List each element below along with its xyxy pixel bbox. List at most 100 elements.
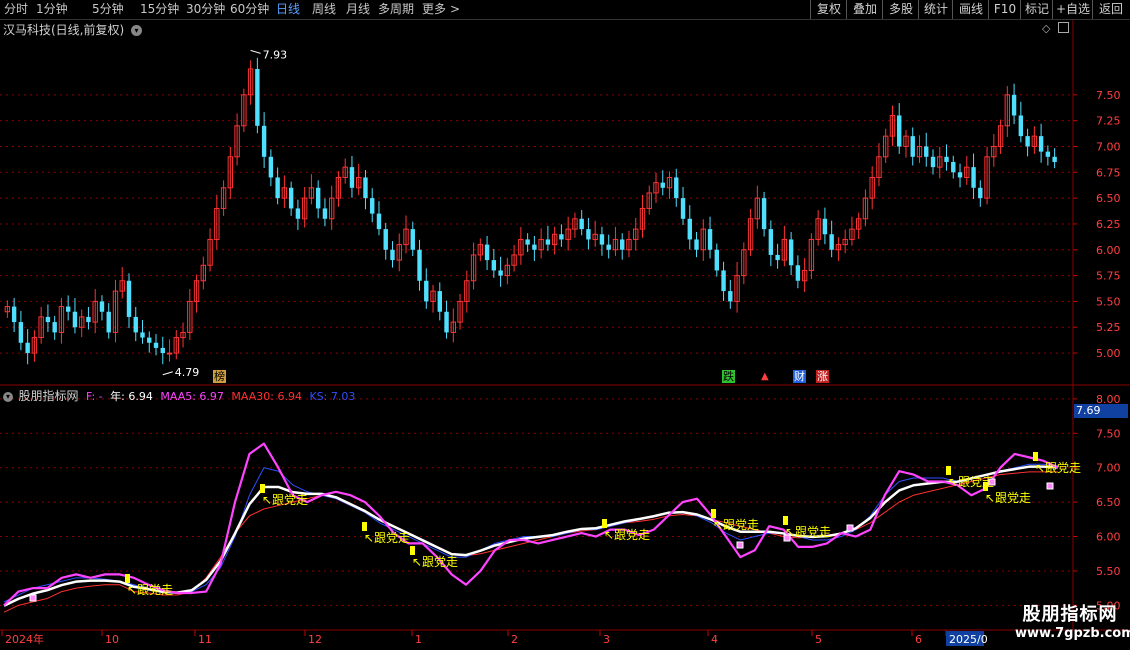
candle-body (498, 270, 503, 276)
candle-body (944, 156, 949, 162)
candle-body (268, 156, 274, 178)
candle-body (728, 291, 733, 302)
signal-label: ↖跟党走 (262, 492, 308, 507)
candle-body (133, 316, 138, 333)
price-tick-label: 5.50 (1096, 295, 1121, 308)
indicator-tick-label: 7.00 (1096, 462, 1121, 475)
candle-body (126, 280, 132, 317)
candle-body (99, 301, 105, 312)
signal-marker (410, 546, 415, 555)
candle-body (65, 306, 71, 312)
date-label: 3 (603, 633, 610, 646)
candlestick-series (4, 57, 1057, 365)
candle-body (525, 239, 530, 245)
candle-body (275, 177, 280, 199)
chart-canvas[interactable]: ↖跟党走↖跟党走↖跟党走↖跟党走↖跟党走↖跟党走 ↖跟党走↖跟党走↖跟党走↖跟党走… (0, 0, 1130, 650)
watermark-url: www.7gpzb.com (1015, 626, 1130, 641)
panel-title: 汉马科技(日线,前复权) (3, 23, 125, 37)
indicator-tick-label: 6.00 (1096, 531, 1121, 544)
candle-body (45, 316, 51, 323)
price-tick-label: 6.25 (1096, 218, 1121, 231)
maa30-value: MAA30: 6.94 (231, 390, 302, 403)
price-tick-label: 5.75 (1096, 270, 1121, 283)
candle-body (491, 260, 497, 271)
chevron-down-icon[interactable]: ▾ (131, 25, 143, 36)
candle-body (376, 213, 382, 230)
candle-body (383, 229, 388, 250)
chevron-down-icon[interactable]: ▾ (3, 392, 13, 402)
candle-body (424, 280, 429, 302)
cross-marker (736, 541, 744, 549)
up-arrow-icon[interactable]: ▲ (761, 371, 769, 382)
candle-body (86, 316, 91, 323)
signal-marker (783, 516, 788, 525)
date-label: 2024年 (5, 632, 44, 646)
price-tick-label: 6.00 (1096, 244, 1121, 257)
candle-body (951, 161, 956, 173)
signal-label: ↖跟党走 (985, 490, 1031, 505)
f-value: F: - (86, 390, 103, 403)
zhang-marker[interactable]: 涨 (816, 370, 829, 383)
signal-marker (983, 482, 988, 491)
candle-body (707, 229, 713, 250)
date-label: 6 (915, 633, 922, 646)
annotations: 7.93 4.79 (162, 48, 287, 379)
watermark: 股朋指标网 www.7gpzb.com (1015, 600, 1130, 641)
candle-body (166, 352, 173, 355)
candle-body (721, 270, 726, 292)
candle-body (714, 249, 720, 271)
cross-marker (988, 478, 996, 486)
price-tick-label: 7.00 (1096, 140, 1121, 153)
candle-body (160, 347, 165, 354)
candle-body (822, 218, 828, 235)
square-icon[interactable] (1058, 22, 1069, 33)
candle-body (255, 68, 260, 126)
date-axis: 2024年 10 11 12 1 2 3 4 5 6 2025/0 (1, 630, 988, 646)
die-marker[interactable]: 跌 (722, 370, 735, 383)
candle-body (295, 208, 301, 219)
candle-body (106, 311, 111, 333)
candle-body (674, 177, 679, 199)
indicator-tick-label: 7.50 (1096, 427, 1121, 440)
signal-marker (260, 484, 265, 493)
candle-body (559, 234, 564, 240)
candle-body (417, 249, 422, 281)
candle-body (579, 218, 584, 230)
candle-body (1025, 136, 1030, 147)
ks-line (3, 463, 1059, 603)
high-pointer (250, 49, 261, 54)
cai-marker[interactable]: 财 (793, 370, 806, 383)
candle-body (795, 265, 801, 281)
indicator-tick-label: 6.50 (1096, 496, 1121, 509)
price-tick-label: 6.75 (1096, 166, 1121, 179)
date-label: 4 (711, 633, 718, 646)
indicator-header: ▾ 股朋指标网 F: - 年: 6.94 MAA5: 6.97 MAA30: 6… (3, 387, 355, 404)
price-tick-label: 6.50 (1096, 192, 1121, 205)
candle-body (147, 337, 152, 343)
candle-body (620, 239, 625, 250)
candle-body (410, 229, 415, 250)
candle-body (897, 115, 902, 147)
candle-body (768, 229, 774, 255)
candle-body (1018, 115, 1024, 137)
candle-body (599, 234, 605, 245)
candle-body (829, 234, 834, 250)
signal-label: ↖跟党走 (713, 517, 759, 532)
candle-body (586, 229, 591, 240)
candle-body (52, 322, 57, 333)
candle-body (1038, 136, 1044, 152)
date-label: 2 (511, 633, 518, 646)
indicator-name: 股朋指标网 (18, 389, 79, 403)
candle-body (606, 244, 611, 250)
bang-marker[interactable]: 榜 (213, 370, 226, 383)
signal-marker (1033, 452, 1038, 461)
date-label: 11 (198, 633, 212, 646)
candle-body (545, 239, 551, 245)
diamond-icon[interactable]: ◇ (1042, 22, 1050, 35)
signal-marker (362, 522, 367, 531)
main-panel-header: 汉马科技(日线,前复权) ▾ (3, 21, 143, 38)
date-label: 10 (105, 633, 119, 646)
candle-body (924, 146, 929, 157)
candle-body (930, 156, 936, 168)
maa5-value: MAA5: 6.97 (160, 390, 224, 403)
